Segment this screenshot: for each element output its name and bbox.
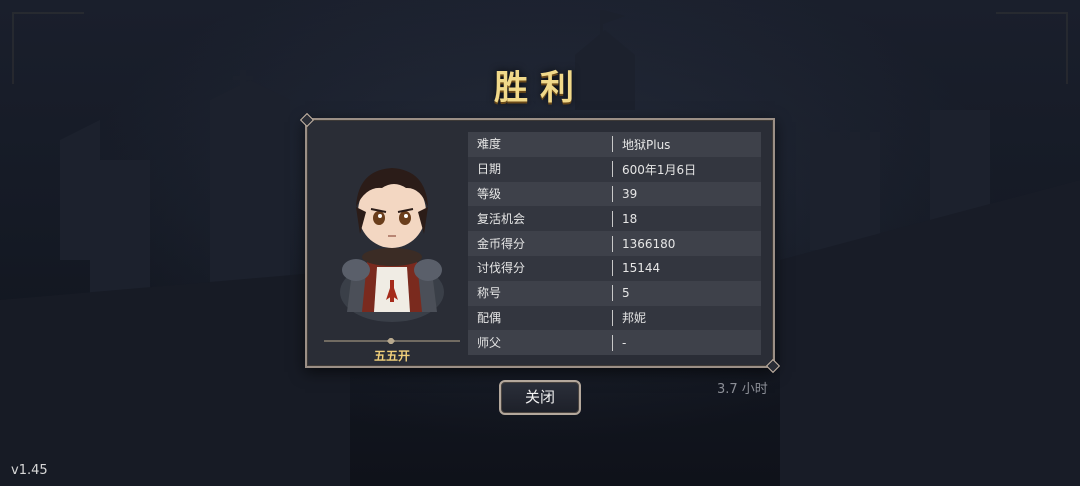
stat-label: 师父: [468, 334, 613, 351]
stat-value: -: [622, 335, 627, 350]
result-panel: 五五开 难度 地狱Plus 日期 600年1月6日 等级 39 复活机会 18 金币得分…: [305, 118, 775, 368]
stat-value: 1366180: [622, 236, 676, 251]
play-time: 3.7 小时: [717, 382, 768, 397]
stats-table: 难度 地狱Plus 日期 600年1月6日 等级 39 复活机会 18 金币得分 1366…: [468, 132, 761, 356]
stat-row-master: 师父 -: [468, 330, 761, 356]
stat-value: 邦妮: [622, 311, 647, 326]
stat-row-difficulty: 难度 地狱Plus: [468, 132, 761, 157]
stat-row-gold-score: 金币得分 1366180: [468, 231, 761, 256]
victory-title: 胜利: [494, 68, 586, 108]
divider-ornament: [324, 338, 460, 344]
stat-value: 600年1月6日: [622, 162, 697, 177]
stat-row-level: 等级 39: [468, 181, 761, 207]
stat-value: 地狱Plus: [622, 137, 671, 152]
stat-label: 配偶: [468, 309, 613, 326]
stat-value: 15144: [622, 261, 661, 276]
stat-row-title: 称号 5: [468, 280, 761, 306]
close-button[interactable]: 关闭: [499, 380, 581, 415]
knight-character-portrait: [340, 168, 444, 322]
stat-row-date: 日期 600年1月6日: [468, 156, 761, 182]
stat-label: 等级: [468, 185, 613, 202]
stat-label: 日期: [468, 161, 613, 178]
character-avatar: 五五开: [322, 142, 462, 363]
stat-label: 讨伐得分: [468, 260, 613, 277]
stat-value: 18: [622, 211, 638, 226]
version-label: v1.45: [11, 463, 48, 478]
stat-row-conquest-score: 讨伐得分 15144: [468, 255, 761, 281]
stat-label: 称号: [468, 285, 613, 302]
stat-value: 5: [622, 286, 630, 301]
stat-label: 复活机会: [468, 210, 613, 227]
character-name: 五五开: [373, 349, 410, 363]
stat-row-spouse: 配偶 邦妮: [468, 305, 761, 331]
stat-label: 金币得分: [468, 235, 613, 252]
stat-value: 39: [622, 186, 638, 201]
stat-label: 难度: [468, 136, 613, 153]
stat-row-revive-chances: 复活机会 18: [468, 206, 761, 232]
